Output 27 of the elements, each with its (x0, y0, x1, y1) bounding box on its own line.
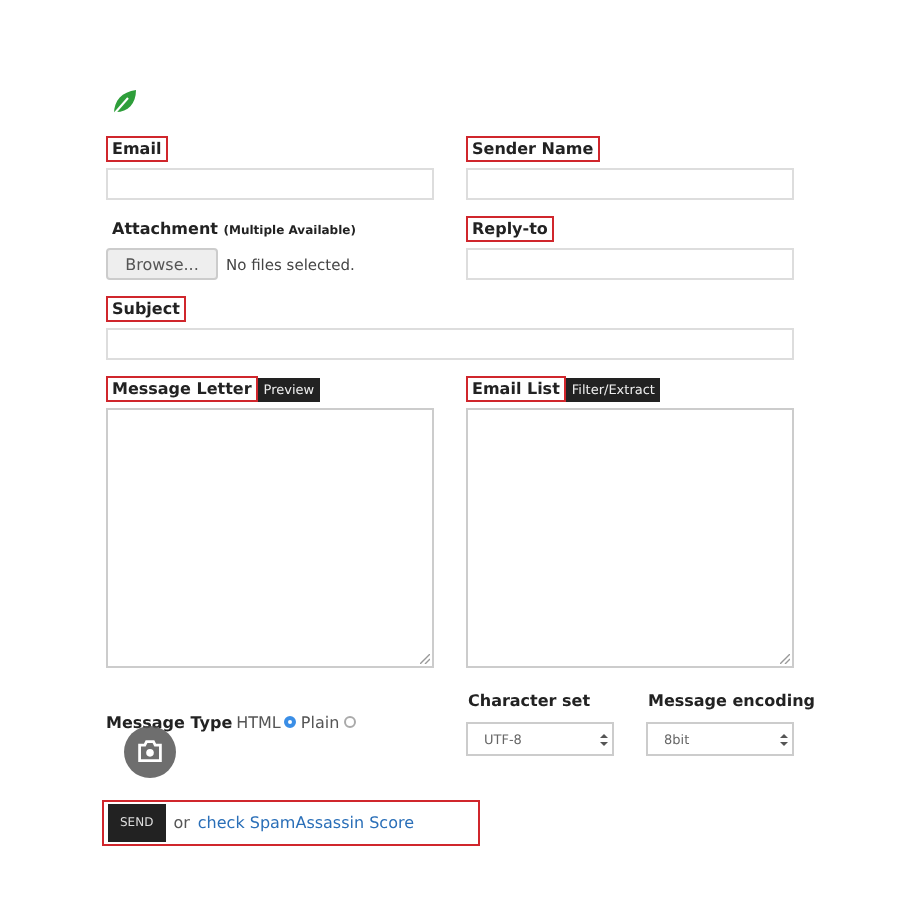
reply-to-field[interactable] (466, 248, 794, 280)
email-field[interactable] (106, 168, 434, 200)
or-text: or (173, 814, 190, 832)
message-textarea[interactable] (106, 408, 434, 668)
field-label: Message Letter (106, 376, 258, 402)
field-label: Sender Name (466, 136, 600, 162)
subject-field[interactable] (106, 328, 794, 360)
field-label: Email (106, 136, 168, 162)
sender-name-field[interactable] (466, 168, 794, 200)
resize-grip-icon[interactable] (420, 654, 430, 664)
caret-icon (780, 731, 788, 747)
spamassassin-link[interactable]: check SpamAssassin Score (197, 814, 415, 832)
field-label: Subject (106, 296, 186, 322)
field-label: Reply-to (466, 216, 554, 242)
leaf-icon (110, 88, 138, 116)
resize-grip-icon[interactable] (780, 654, 790, 664)
email-list-textarea[interactable] (466, 408, 794, 668)
caret-icon (600, 731, 608, 747)
field-label: Character set (466, 690, 593, 714)
field-label: Message encoding (646, 690, 817, 714)
radio-button[interactable] (343, 716, 356, 728)
field-label: Email List (466, 376, 566, 402)
browse-button[interactable]: Browse... (106, 248, 218, 280)
radio-button[interactable] (284, 716, 297, 728)
field-label: Message Type (106, 713, 233, 731)
radio-label: Plain (300, 713, 340, 731)
radio-label: HTML (236, 713, 281, 731)
